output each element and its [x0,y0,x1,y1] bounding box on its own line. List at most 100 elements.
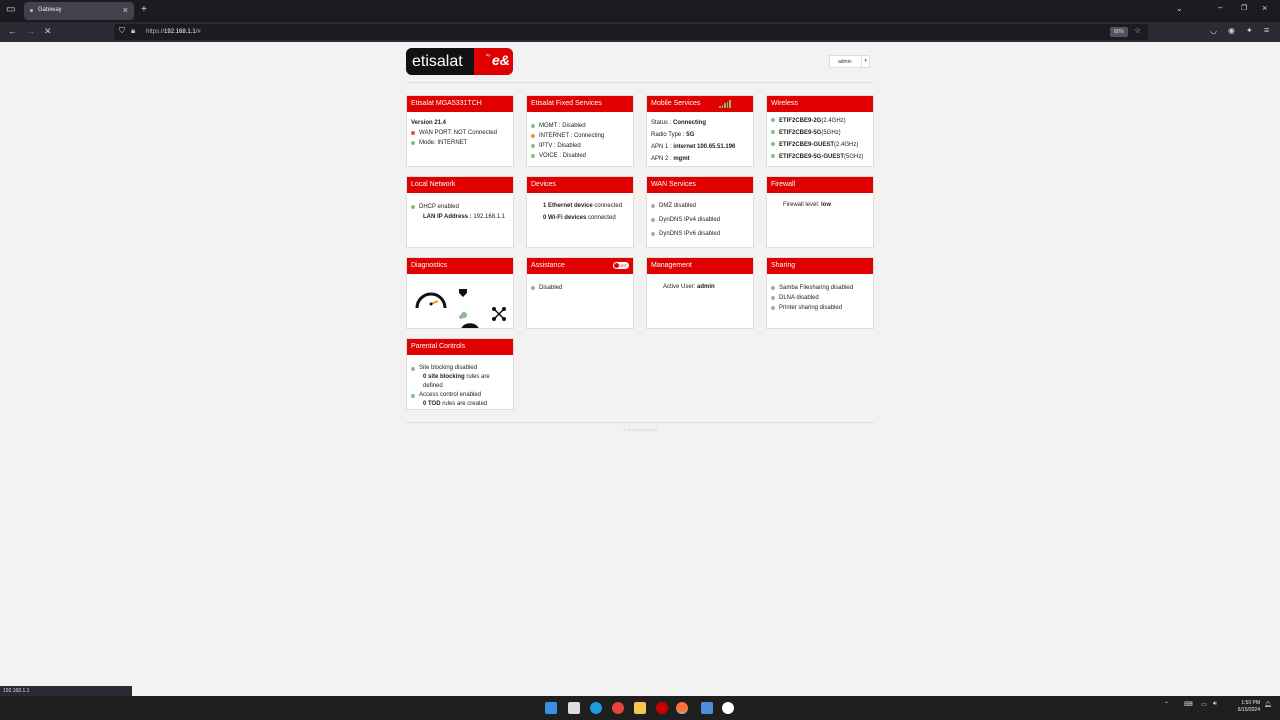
status-dot [531,124,535,128]
lan-ip-address: LAN IP Address : 192.168.1.1 [423,214,506,220]
card-device-info[interactable]: Etisalat MGA5331TCH Version 21.4 WAN POR… [406,95,514,167]
volume-icon[interactable]: 🔊︎ [1213,701,1217,708]
tab-overview-icon[interactable]: ▭ [6,4,15,15]
card-sharing[interactable]: Sharing Samba Filesharing disabled DLNA … [766,257,874,329]
toggle-label: OFF [619,263,627,268]
status-dot [771,306,775,310]
card-wireless-title: Wireless [767,96,873,112]
status-dot [411,367,415,371]
status-dot [651,204,655,208]
pocket-icon[interactable]: ◡ [1210,26,1217,35]
active-user: Active User: admin [663,284,715,290]
status-dot [531,134,535,138]
header-divider [406,82,874,83]
account-icon[interactable]: ◉ [1228,26,1235,35]
wireless-ssid: ETIF2CBE9-5G(5GHz) [771,127,869,139]
chevron-down-icon: ▾ [864,58,867,64]
tod-rules: 0 TOD rules are created [423,401,488,407]
status-dot [411,141,415,145]
user-select-divider [861,57,862,67]
site-blocking-rules-tail: defined [423,383,443,389]
card-wan-services[interactable]: WAN Services DMZ disabled DynDNS IPv4 di… [646,176,754,248]
chevron-up-icon[interactable]: ⌃ [1164,701,1169,708]
extensions-icon[interactable]: ✦ [1246,26,1253,35]
bookmark-star-icon[interactable]: ☆ [1134,26,1141,35]
close-window-icon[interactable]: × [1262,3,1267,13]
card-devices[interactable]: Devices 1 Ethernet device connected 0 Wi… [526,176,634,248]
zoom-level-badge[interactable]: 80% [1110,27,1128,37]
chrome-icon[interactable] [612,702,624,714]
tab-close-icon[interactable]: × [123,5,128,15]
card-mobile-services-title: Mobile Services [647,96,753,112]
back-icon[interactable]: ← [8,26,17,36]
card-diagnostics[interactable]: Diagnostics [406,257,514,329]
logo-eand: by e& [474,48,513,75]
card-assistance-title: Assistance OFF [527,258,633,274]
shield-icon[interactable]: ⛉ [119,26,125,36]
mobile-status: Status : Connecting [651,120,707,126]
app-icon[interactable] [701,702,713,714]
network-icon [492,307,506,321]
card-management[interactable]: Management Active User: admin [646,257,754,329]
network-tray-icon[interactable]: ▭ [1201,701,1207,708]
card-fixed-services[interactable]: Etisalat Fixed Services MGMT : Disabled … [526,95,634,167]
card-firewall[interactable]: Firewall Firewall level: low [766,176,874,248]
status-dot [411,131,415,135]
status-row: DLNA disabled [771,293,869,303]
stop-loading-icon[interactable]: ✕ [44,26,52,37]
tab-title: Gateway [38,7,62,13]
opera-icon[interactable] [656,702,668,714]
footer-copyright: © Technicolor 2023 [622,427,658,432]
card-local-network[interactable]: Local Network DHCP enabled LAN IP Addres… [406,176,514,248]
card-assistance[interactable]: Assistance OFF Disabled [526,257,634,329]
forward-icon[interactable]: → [26,26,35,36]
card-parental-controls[interactable]: Parental Controls Site blocking disabled… [406,338,514,410]
assistance-toggle[interactable]: OFF [613,262,629,269]
wifi-devices: 0 Wi-Fi devices connected [543,215,616,221]
wireless-ssid: ETIF2CBE9-5G-GUEST(5GHz) [771,151,869,163]
status-row: INTERNET : Connecting [531,131,629,141]
etisalat-logo[interactable]: etisalat by e& [406,48,513,75]
card-wireless[interactable]: Wireless ETIF2CBE9-2G(2.4GHz) ETIF2CBE9-… [766,95,874,167]
browser-tab[interactable]: Gateway × [24,2,134,20]
footer-divider [406,422,874,423]
user-select[interactable]: admin ▾ [829,55,870,68]
notifications-icon[interactable]: 🔔︎ [1264,701,1272,708]
card-parental-controls-title: Parental Controls [407,339,513,355]
ethernet-devices: 1 Ethernet device connected [543,203,623,209]
card-device-info-title: Etisalat MGA5331TCH [407,96,513,112]
card-management-title: Management [647,258,753,274]
system-clock[interactable]: 1:50 PM 6/15/2024 [1224,700,1260,714]
menu-icon[interactable]: ≡ [1264,25,1269,35]
restore-icon[interactable]: ❐ [1241,4,1247,12]
edge-icon[interactable] [590,702,602,714]
language-icon[interactable]: ⌨ [1184,701,1193,708]
status-row: Mode: INTERNET [411,138,509,148]
file-explorer-icon[interactable] [634,702,646,714]
ping-icon [459,312,467,319]
status-row: VOICE : Disabled [531,151,629,161]
status-dot [651,218,655,222]
widgets-icon[interactable] [568,702,580,714]
card-fixed-services-title: Etisalat Fixed Services [527,96,633,112]
status-row: Site blocking disabled [411,364,509,373]
speedometer-icon [415,292,447,309]
mobile-apn-2: APN 2 : mgmt [651,156,690,162]
minimize-icon[interactable]: – [1218,3,1222,12]
media-player-icon[interactable] [722,702,734,714]
address-url: https://192.168.1.1/# [146,29,201,35]
lock-icon[interactable]: 🔒︎ [131,26,135,36]
new-tab-icon[interactable]: + [141,4,147,15]
status-dot [771,142,775,146]
status-dot [771,154,775,158]
logo-by: by [486,52,491,57]
address-bar[interactable]: ⛉ 🔒︎ https://192.168.1.1/# 80% ☆ [114,24,1148,40]
tab-favicon-icon [30,9,33,12]
card-mobile-services[interactable]: Mobile Services Status : Connecting Radi… [646,95,754,167]
status-row: IPTV : Disabled [531,141,629,151]
start-icon[interactable] [545,702,557,714]
card-firewall-title: Firewall [767,177,873,193]
firefox-icon[interactable] [676,702,688,714]
status-dot [771,296,775,300]
tab-list-chevron-icon[interactable]: ⌄ [1176,4,1183,13]
